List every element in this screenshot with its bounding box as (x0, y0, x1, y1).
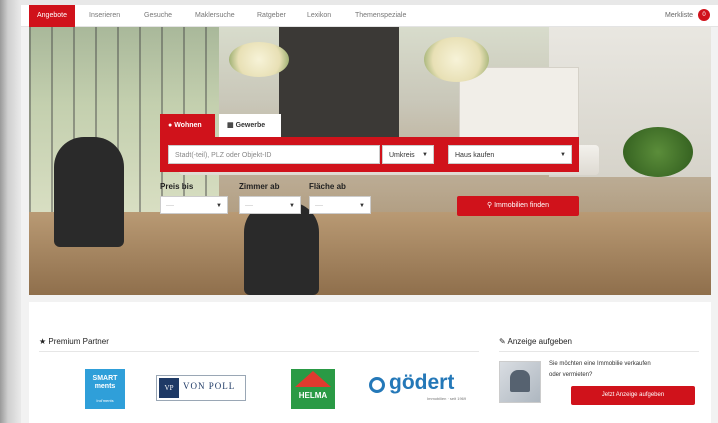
vonpoll-name: VON POLL (183, 381, 236, 391)
chevron-down-icon: ▼ (216, 203, 222, 209)
godert-logo[interactable]: gödert Immobilien · seit 1969 (369, 371, 479, 403)
smartments-logo[interactable]: SMART ments Ind'ments (85, 369, 125, 409)
helma-name: HELMA (298, 391, 328, 400)
find-properties-label: Immobilien finden (494, 202, 549, 209)
flaeche-select-value: ---- (315, 203, 323, 209)
zimmer-select[interactable]: ---- ▼ (239, 196, 301, 214)
preis-select[interactable]: ---- ▼ (160, 196, 228, 214)
godert-ring-icon (369, 377, 385, 393)
nav-item-maklersuche[interactable]: Maklersuche (195, 5, 235, 27)
godert-name: gödert (389, 371, 455, 394)
building-icon: ▦ (227, 122, 234, 129)
chevron-down-icon: ▼ (560, 152, 566, 158)
star-icon: ★ (39, 337, 47, 346)
godert-sub: Immobilien · seit 1969 (427, 396, 467, 401)
location-input[interactable]: Stadt(-teil), PLZ oder Objekt-ID (168, 145, 380, 164)
top-nav: Angebote Inserieren Gesuche Maklersuche … (21, 5, 718, 27)
chevron-down-icon: ▼ (359, 203, 365, 209)
roof-icon (295, 371, 331, 387)
nav-item-gesuche[interactable]: Gesuche (144, 5, 172, 27)
smart-line2: ments (94, 383, 116, 390)
anzeige-title: Anzeige aufgeben (507, 337, 572, 346)
preis-select-value: ---- (166, 203, 174, 209)
property-type-select[interactable]: Haus kaufen ▼ (448, 145, 572, 164)
tab-gewerbe-label: Gewerbe (235, 122, 266, 129)
flowers-left (229, 42, 289, 77)
wooden-floor (29, 212, 711, 295)
ad-thumbnail (499, 361, 541, 403)
nav-item-lexikon[interactable]: Lexikon (307, 5, 331, 27)
nav-item-angebote[interactable]: Angebote (29, 5, 75, 27)
nav-item-themenspeziale[interactable]: Themenspeziale (355, 5, 406, 27)
premium-partner-heading: ★ Premium Partner (39, 337, 109, 346)
anzeige-heading: ✎ Anzeige aufgeben (499, 337, 572, 346)
tab-wohnen[interactable]: ● Wohnen (160, 114, 215, 138)
radius-label: Umkreis (389, 152, 415, 159)
radius-select[interactable]: Umkreis ▼ (382, 145, 434, 164)
vonpoll-mark: VP (159, 378, 179, 398)
smart-small: Ind'ments (96, 398, 114, 403)
property-type-value: Haus kaufen (455, 152, 495, 159)
nav-item-inserieren[interactable]: Inserieren (89, 5, 120, 27)
merkliste-link[interactable]: Merkliste 0 (665, 5, 710, 27)
preis-label: Preis bis (160, 182, 194, 191)
zimmer-select-value: ---- (245, 203, 253, 209)
tab-gewerbe[interactable]: ▦ Gewerbe (219, 114, 281, 138)
house-plant (623, 127, 693, 177)
flaeche-label: Fläche ab (309, 182, 346, 191)
chevron-down-icon: ▼ (289, 203, 295, 209)
tab-wohnen-label: Wohnen (174, 122, 202, 129)
dark-wall (279, 27, 399, 137)
chevron-down-icon: ▼ (422, 152, 428, 158)
smart-line1: SMART (92, 375, 118, 382)
pencil-icon: ✎ (499, 337, 506, 346)
chair-left (54, 137, 124, 247)
find-properties-button[interactable]: ⚲ Immobilien finden (457, 196, 579, 216)
ad-description: Sie möchten eine Immobilie verkaufen ode… (549, 361, 651, 378)
premium-partner-title: Premium Partner (48, 337, 109, 346)
person-icon: ● (168, 122, 173, 129)
zimmer-label: Zimmer ab (239, 182, 280, 191)
flaeche-select[interactable]: ---- ▼ (309, 196, 371, 214)
merkliste-label: Merkliste (665, 12, 694, 19)
vonpoll-logo[interactable]: VP VON POLL (156, 375, 246, 401)
divider (39, 351, 479, 352)
chair-front (244, 202, 319, 295)
search-bar: Stadt(-teil), PLZ oder Objekt-ID Umkreis… (160, 137, 579, 172)
merkliste-count-badge: 0 (698, 9, 710, 22)
nav-item-ratgeber[interactable]: Ratgeber (257, 5, 286, 27)
helma-logo[interactable]: HELMA (291, 369, 335, 409)
hero-image: ● Wohnen ▦ Gewerbe Stadt(-teil), PLZ ode… (29, 27, 711, 295)
divider (499, 351, 699, 352)
place-ad-button[interactable]: Jetzt Anzeige aufgeben (571, 386, 695, 405)
search-icon: ⚲ (487, 202, 493, 209)
flowers-right (424, 37, 489, 82)
page: Angebote Inserieren Gesuche Maklersuche … (21, 5, 718, 423)
